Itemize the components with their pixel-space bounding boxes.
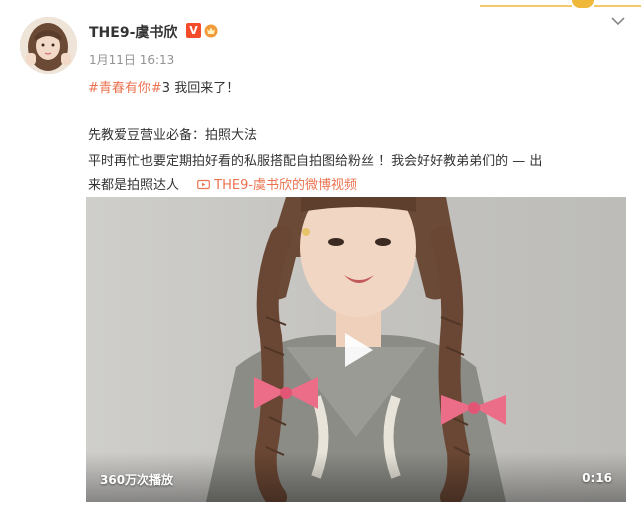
post-text-line-4: 来都是拍照达人 THE9-虞书欣的微博视频 xyxy=(88,174,357,193)
post-text-fragment: 3 我回来了！ xyxy=(161,81,240,96)
ribbon-badge-icon xyxy=(572,0,594,8)
video-link-label: THE9-虞书欣的微博视频 xyxy=(214,178,358,193)
video-link[interactable]: THE9-虞书欣的微博视频 xyxy=(197,178,357,193)
video-player[interactable]: 360万次播放 0:16 xyxy=(86,197,626,502)
username[interactable]: THE9-虞书欣 xyxy=(89,22,177,42)
verified-badge-icon: V xyxy=(186,23,201,38)
post-text-line-1: #青春有你#3 我回来了！ xyxy=(88,77,239,96)
post-timestamp[interactable]: 1月11日 16:13 xyxy=(89,51,174,68)
hashtag-link[interactable]: #青春有你# xyxy=(88,81,162,96)
top-decoration-ribbon xyxy=(470,0,641,14)
view-count: 360万次播放 xyxy=(100,473,174,487)
play-icon[interactable] xyxy=(331,325,381,375)
post-text-fragment: 来都是拍照达人 xyxy=(88,178,180,193)
post-text-line-3: 平时再忙也要定期拍好看的私服搭配自拍图给粉丝 ！我会好好教弟弟们的 — 出 xyxy=(88,154,543,169)
video-camera-icon xyxy=(197,179,211,190)
post-text-line-2: 先教爱豆营业必备：拍照大法 xyxy=(88,128,258,143)
video-duration: 0:16 xyxy=(582,471,612,485)
avatar[interactable] xyxy=(20,17,77,74)
chevron-down-icon[interactable] xyxy=(611,16,625,26)
vip-crown-icon[interactable] xyxy=(203,23,219,38)
